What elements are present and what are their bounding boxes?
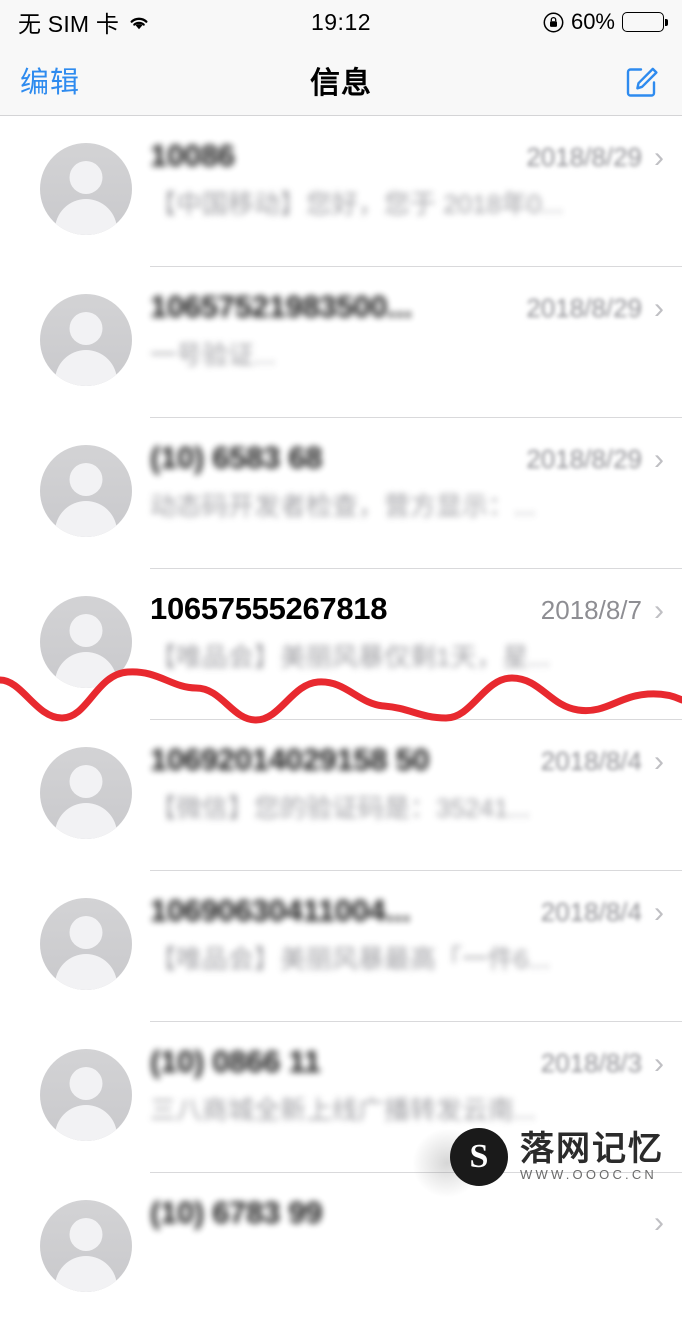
message-row-header: 10657521983500... 2018/8/29 › <box>150 289 664 325</box>
message-row-header: (10) 0866 11 2018/8/3 › <box>150 1044 664 1080</box>
contact-avatar-icon <box>40 143 132 235</box>
message-row-body: 10086 2018/8/29 › 【中国移动】您好，您于 2018年0... <box>150 116 682 221</box>
chevron-right-icon: › <box>654 1206 664 1239</box>
message-row-meta: 2018/8/3 › <box>533 1048 664 1079</box>
chevron-right-icon: › <box>654 1046 664 1080</box>
contact-avatar-icon <box>40 596 132 688</box>
message-row-meta: › <box>634 1208 664 1238</box>
message-row-body: (10) 6583 68 2018/8/29 › 动态码开发者检查，营方显示：... <box>150 418 682 523</box>
contact-avatar-icon <box>40 1200 132 1292</box>
battery-icon <box>622 12 668 32</box>
message-sender: 10657521983500... <box>150 289 413 324</box>
status-bar: 无 SIM 卡 19:12 60% <box>0 0 682 44</box>
message-preview: 动态码开发者检查，营方显示：... <box>150 491 536 521</box>
message-preview: 【唯品会】美丽风暴最高「一件6... <box>150 944 551 974</box>
chevron-right-icon: › <box>654 744 664 778</box>
message-list[interactable]: 10086 2018/8/29 › 【中国移动】您好，您于 2018年0... 1065… <box>0 116 682 1324</box>
status-bar-clock: 19:12 <box>310 8 372 35</box>
message-row-header: 10692014029158 50 2018/8/4 › <box>150 742 664 778</box>
message-date: 2018/8/4 <box>540 897 642 927</box>
message-date: 2018/8/4 <box>540 746 642 776</box>
message-date: 2018/8/3 <box>540 1048 642 1078</box>
contact-avatar-icon <box>40 1049 132 1141</box>
message-row-body: (10) 0866 11 2018/8/3 › 三八商城全新上线广播转发云南... <box>150 1022 682 1127</box>
message-row-header: (10) 6583 68 2018/8/29 › <box>150 440 664 476</box>
message-sender: 10690630411004... <box>150 893 411 928</box>
message-preview: 【中国移动】您好，您于 2018年0... <box>150 189 564 219</box>
chevron-right-icon: › <box>654 593 664 627</box>
message-date: 2018/8/29 <box>526 142 642 172</box>
message-row-meta: 2018/8/29 › <box>518 444 664 475</box>
message-row-body: 10692014029158 50 2018/8/4 › 【微信】您的验证码是：352… <box>150 720 682 825</box>
message-row-body: 10690630411004... 2018/8/4 › 【唯品会】美丽风暴最高「一件… <box>150 871 682 976</box>
message-preview: 【微信】您的验证码是：35241... <box>150 793 530 823</box>
message-row-body: 10657521983500... 2018/8/29 › 一号验证... <box>150 267 682 372</box>
message-row-body: (10) 6783 99 › <box>150 1173 682 1248</box>
contact-avatar-icon <box>40 898 132 990</box>
watermark-smudge <box>412 1128 482 1198</box>
message-row-meta: 2018/8/29 › <box>518 293 664 324</box>
page-title: 信息 <box>310 66 372 100</box>
message-sender: (10) 0866 11 <box>150 1044 321 1079</box>
message-row[interactable]: 10657555267818 2018/8/7 › 【唯品会】美丽风暴仅剩1天，星..… <box>0 569 682 720</box>
message-row-body: 10657555267818 2018/8/7 › 【唯品会】美丽风暴仅剩1天，星..… <box>150 569 682 674</box>
message-preview: 一号验证... <box>150 340 276 370</box>
edit-button[interactable]: 编辑 <box>20 59 80 101</box>
message-sender: (10) 6783 99 <box>150 1195 323 1230</box>
message-row[interactable]: 10086 2018/8/29 › 【中国移动】您好，您于 2018年0... <box>0 116 682 267</box>
message-sender: 10657555267818 <box>150 591 388 626</box>
message-row-header: 10657555267818 2018/8/7 › <box>150 591 664 627</box>
message-row-meta: 2018/8/29 › <box>518 142 664 173</box>
message-sender: 10086 <box>150 138 235 173</box>
chevron-right-icon: › <box>654 291 664 325</box>
message-row[interactable]: 10690630411004... 2018/8/4 › 【唯品会】美丽风暴最高「一件… <box>0 871 682 1022</box>
message-row-meta: 2018/8/4 › <box>533 897 664 928</box>
message-row-meta: 2018/8/4 › <box>533 746 664 777</box>
chevron-right-icon: › <box>654 140 664 174</box>
message-sender: (10) 6583 68 <box>150 440 323 475</box>
message-row[interactable]: (10) 0866 11 2018/8/3 › 三八商城全新上线广播转发云南... <box>0 1022 682 1173</box>
message-row-header: 10690630411004... 2018/8/4 › <box>150 893 664 929</box>
message-row-header: (10) 6783 99 › <box>150 1195 664 1238</box>
message-row[interactable]: (10) 6583 68 2018/8/29 › 动态码开发者检查，营方显示：... <box>0 418 682 569</box>
message-date: 2018/8/29 <box>526 293 642 323</box>
message-row[interactable]: 10692014029158 50 2018/8/4 › 【微信】您的验证码是：352… <box>0 720 682 871</box>
navigation-bar: 编辑 信息 <box>0 44 682 116</box>
message-date: 2018/8/7 <box>540 595 642 625</box>
contact-avatar-icon <box>40 747 132 839</box>
contact-avatar-icon <box>40 294 132 386</box>
message-sender: 10692014029158 50 <box>150 742 430 777</box>
message-date: 2018/8/29 <box>526 444 642 474</box>
contact-avatar-icon <box>40 445 132 537</box>
chevron-right-icon: › <box>654 442 664 476</box>
message-row[interactable]: (10) 6783 99 › <box>0 1173 682 1324</box>
message-preview: 【唯品会】美丽风暴仅剩1天，星... <box>150 642 551 672</box>
message-row-header: 10086 2018/8/29 › <box>150 138 664 174</box>
chevron-right-icon: › <box>654 895 664 929</box>
message-row-meta: 2018/8/7 › <box>533 595 664 626</box>
compose-icon[interactable] <box>624 61 662 99</box>
message-row[interactable]: 10657521983500... 2018/8/29 › 一号验证... <box>0 267 682 418</box>
message-preview: 三八商城全新上线广播转发云南... <box>150 1095 536 1125</box>
